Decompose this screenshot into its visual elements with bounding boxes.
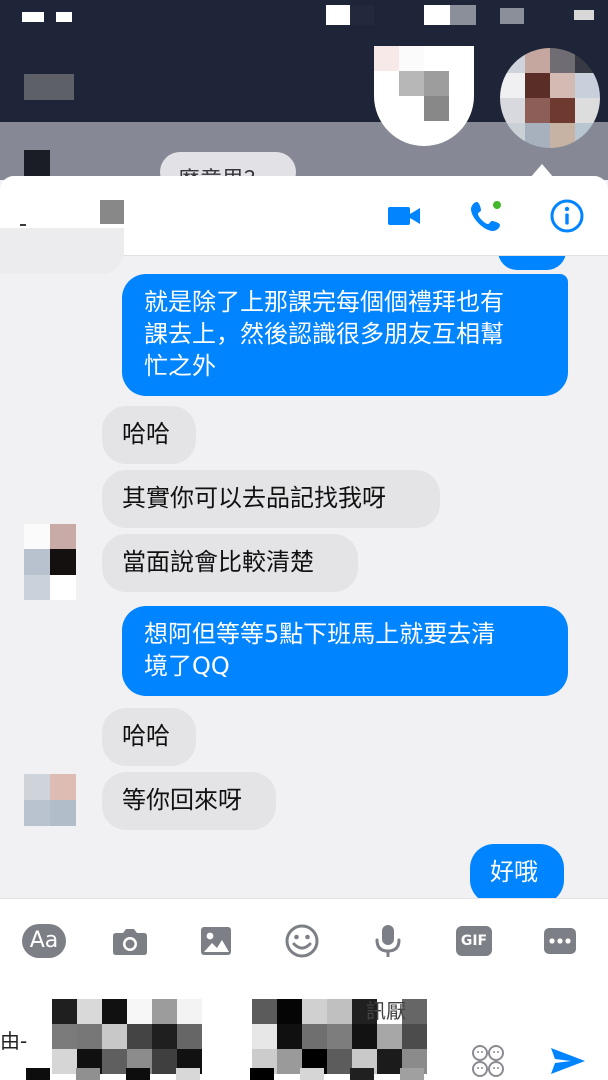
message-bubble-incoming[interactable]: 哈哈 [102, 708, 196, 766]
bottom-edge-pixels [0, 1068, 608, 1080]
microphone-button[interactable] [364, 917, 412, 965]
message-composer: Aa GIF 由- 訊厭 [0, 898, 608, 1080]
emoji-button[interactable] [278, 917, 326, 965]
status-block-3 [326, 5, 350, 25]
chat-head-avatar-left[interactable] [374, 46, 474, 146]
emoji-icon [285, 924, 319, 958]
message-bubble-outgoing[interactable]: 好哦 [470, 844, 564, 898]
contact-avatar[interactable] [24, 774, 76, 826]
message-text: 當面說會比較清楚 [122, 548, 314, 576]
message-list[interactable]: 就是除了上那課完每個個禮拜也有 課去上，然後認識很多朋友互相幫 忙之外 哈哈 其… [0, 256, 608, 898]
status-block-7 [500, 8, 524, 24]
background-pixel-1 [24, 74, 74, 100]
chat-header [0, 176, 608, 274]
messenger-chat-screen: 麼意思？ [0, 0, 608, 1080]
text-style-label: Aa [29, 928, 59, 953]
previous-outgoing-bubble-tail [498, 256, 566, 270]
contact-avatar[interactable] [24, 524, 76, 600]
status-bar [0, 0, 608, 34]
message-text: 其實你可以去品記找我呀 [122, 484, 386, 512]
image-icon [201, 927, 231, 955]
composer-partial-char: 由- [0, 1029, 28, 1053]
message-text: 哈哈 [122, 420, 170, 448]
more-options-button[interactable] [536, 917, 584, 965]
video-call-icon [388, 207, 420, 225]
message-bubble-incoming[interactable]: 哈哈 [102, 406, 196, 464]
message-text: 等你回來呀 [122, 786, 242, 814]
message-line: 忙之外 [144, 352, 216, 380]
voice-call-icon [471, 201, 501, 231]
message-bubble-outgoing[interactable]: 想阿但等等5點下班馬上就要去清 境了QQ [122, 606, 568, 696]
gif-icon: GIF [456, 926, 492, 956]
message-line: 想阿但等等5點下班馬上就要去清 [144, 620, 496, 648]
more-icon [544, 928, 576, 954]
status-block-6 [450, 5, 476, 25]
message-bubble-outgoing[interactable]: 就是除了上那課完每個個禮拜也有 課去上，然後認識很多朋友互相幫 忙之外 [122, 274, 568, 396]
gif-label: GIF [460, 933, 488, 949]
status-block-5 [424, 5, 450, 25]
status-block-8 [574, 10, 594, 20]
camera-button[interactable] [106, 917, 154, 965]
status-block-2 [56, 12, 72, 22]
voice-call-button[interactable] [466, 196, 506, 236]
composer-partial-fragment: 訊厭 [366, 999, 406, 1023]
message-text: 哈哈 [122, 722, 170, 750]
message-bubble-incoming[interactable]: 等你回來呀 [102, 772, 276, 830]
message-text: 好哦 [490, 858, 538, 886]
message-line: 課去上，然後認識很多朋友互相幫 [144, 320, 504, 348]
message-line: 就是除了上那課完每個個禮拜也有 [144, 288, 504, 316]
message-bubble-incoming[interactable]: 當面說會比較清楚 [102, 534, 358, 592]
gif-button[interactable]: GIF [450, 917, 498, 965]
microphone-icon [375, 925, 401, 957]
video-call-button[interactable] [384, 196, 424, 236]
camera-icon [113, 929, 147, 955]
message-line: 境了QQ [144, 652, 230, 680]
message-bubble-incoming[interactable]: 其實你可以去品記找我呀 [102, 470, 440, 528]
conversation-name-mark [20, 224, 26, 226]
info-button[interactable] [547, 196, 587, 236]
sheet-pointer [530, 164, 554, 178]
status-block-4 [350, 5, 374, 25]
chat-head-avatar-right[interactable] [500, 48, 600, 148]
text-style-button[interactable]: Aa [20, 917, 68, 965]
image-button[interactable] [192, 917, 240, 965]
chat-sheet: 就是除了上那課完每個個禮拜也有 課去上，然後認識很多朋友互相幫 忙之外 哈哈 其… [0, 176, 608, 1080]
conversation-name-pixel [100, 200, 124, 224]
text-style-icon: Aa [22, 924, 66, 958]
status-block-1 [22, 12, 44, 22]
info-icon [550, 199, 584, 233]
